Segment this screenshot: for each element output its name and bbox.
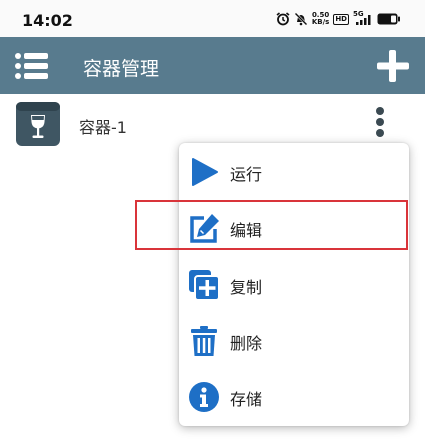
net-speed-unit: KB/s xyxy=(311,18,330,26)
signal-icon xyxy=(356,15,371,25)
menu-list-icon xyxy=(15,53,48,79)
menu-item-label: 编辑 xyxy=(230,221,263,240)
wine-glass-box-icon xyxy=(16,102,60,146)
menu-item-delete[interactable]: 删除 xyxy=(179,313,409,369)
menu-item-copy[interactable]: 复制 xyxy=(179,257,409,313)
more-options-button[interactable] xyxy=(366,102,394,142)
page-title: 容器管理 xyxy=(83,58,160,80)
status-icons: 0.50 KB/s HD 5G xyxy=(276,10,401,28)
status-bar: 14:02 0.50 KB/s HD 5G xyxy=(0,0,425,37)
net-speed: 0.50 KB/s xyxy=(312,12,329,26)
container-name: 容器-1 xyxy=(79,118,127,137)
menu-item-storage[interactable]: 存储 xyxy=(179,369,409,425)
info-icon xyxy=(189,382,219,412)
app-bar: 容器管理 xyxy=(0,37,425,94)
more-vertical-icon xyxy=(376,107,384,137)
trash-icon xyxy=(191,326,217,356)
copy-add-icon xyxy=(189,270,220,301)
status-time: 14:02 xyxy=(22,11,73,30)
mute-icon xyxy=(294,12,308,26)
menu-item-label: 运行 xyxy=(230,165,263,184)
alarm-icon xyxy=(276,12,290,26)
menu-item-label: 存储 xyxy=(230,390,263,409)
add-container-button[interactable] xyxy=(375,48,411,84)
menu-item-run[interactable]: 运行 xyxy=(179,144,409,200)
menu-button[interactable] xyxy=(14,51,48,81)
signal-group: 5G xyxy=(353,10,373,26)
menu-item-label: 删除 xyxy=(230,334,263,353)
play-icon xyxy=(192,158,218,186)
context-menu: 运行 编辑 复制 删除 存储 xyxy=(179,143,409,426)
menu-item-edit[interactable]: 编辑 xyxy=(179,200,409,256)
menu-item-label: 复制 xyxy=(230,278,263,297)
plus-icon xyxy=(377,50,409,82)
hd-badge: HD xyxy=(333,13,349,25)
edit-icon xyxy=(190,214,219,243)
battery-icon xyxy=(377,13,400,25)
